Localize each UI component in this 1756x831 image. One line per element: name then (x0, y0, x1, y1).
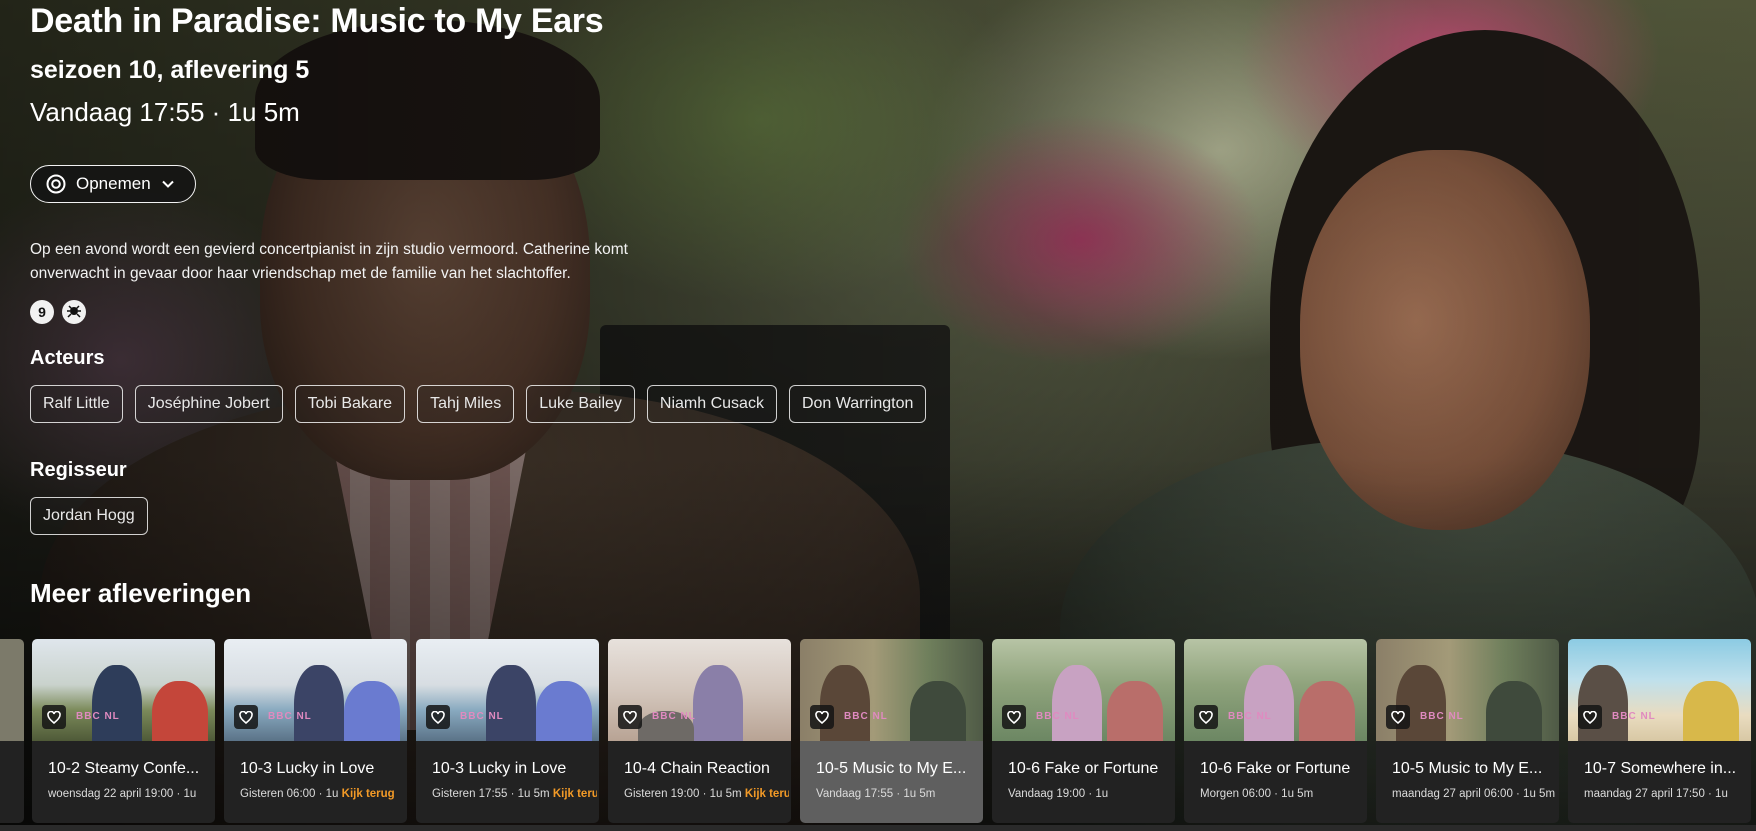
heart-icon[interactable] (1194, 705, 1218, 729)
actor-chip[interactable]: Luke Bailey (526, 385, 635, 423)
channel-logo: BBC NL (844, 711, 888, 722)
episode-title: 10-7 Somewhere in... (1584, 760, 1737, 777)
episode-subtitle: seizoen 10, aflevering 5 (30, 56, 310, 84)
episode-card[interactable]: BBC NL 10-6 Fake or Fortune Vandaag 19:0… (992, 639, 1175, 823)
channel-logo: BBC NL (1420, 711, 1464, 722)
episode-card[interactable]: BBC NL 10-7 Somewhere in... maandag 27 a… (1568, 639, 1751, 823)
episode-card[interactable]: BBC NL 10-4 Chain Reaction Gisteren 19:0… (608, 639, 791, 823)
episode-meta: Morgen 06:00 · 1u 5m (1200, 788, 1314, 800)
channel-logo: BBC NL (268, 711, 312, 722)
actor-chip[interactable]: Don Warrington (788, 385, 927, 423)
episode-card-partial[interactable] (0, 639, 24, 823)
fear-icon (62, 300, 86, 324)
actor-chip[interactable]: Tahj Miles (417, 385, 515, 423)
director-chip[interactable]: Jordan Hogg (30, 497, 148, 535)
chevron-down-icon (161, 177, 175, 191)
heart-icon[interactable] (234, 705, 258, 729)
program-description: Op een avond wordt een gevierd concertpi… (30, 241, 628, 282)
episode-title: 10-6 Fake or Fortune (1008, 760, 1159, 777)
content-ratings: 9 (30, 300, 86, 324)
director-heading: Regisseur (30, 459, 127, 481)
record-button-label: Opnemen (76, 174, 151, 193)
episode-title: 10-3 Lucky in Love (432, 760, 567, 777)
actor-chip[interactable]: Niamh Cusack (646, 385, 777, 423)
record-button[interactable]: Opnemen (30, 165, 196, 203)
episode-title: 10-5 Music to My E... (816, 760, 967, 777)
episode-card-current[interactable]: BBC NL 10-5 Music to My E... Vandaag 17:… (800, 639, 983, 823)
episode-title: 10-6 Fake or Fortune (1200, 760, 1351, 777)
age-rating-badge: 9 (30, 300, 54, 324)
heart-icon[interactable] (42, 705, 66, 729)
episode-title: 10-3 Lucky in Love (240, 760, 375, 777)
record-icon (46, 174, 66, 194)
episode-meta: Gisteren 17:55 · 1u 5m Kijk terug (432, 788, 597, 800)
channel-logo: BBC NL (1036, 711, 1080, 722)
heart-icon[interactable] (618, 705, 642, 729)
episode-meta: maandag 27 april 06:00 · 1u 5m (1392, 788, 1556, 800)
bottom-divider (0, 825, 1756, 831)
episode-meta: Vandaag 19:00 · 1u (1008, 788, 1109, 800)
episode-card[interactable]: BBC NL 10-6 Fake or Fortune Morgen 06:00… (1184, 639, 1367, 823)
actor-chip[interactable]: Joséphine Jobert (134, 385, 283, 423)
director-list: Jordan Hogg (30, 497, 148, 535)
heart-icon[interactable] (1386, 705, 1410, 729)
episode-title: 10-2 Steamy Confe... (48, 760, 200, 777)
episodes-carousel[interactable]: BBC NL 10-2 Steamy Confe... woensdag 22 … (0, 639, 1756, 823)
actors-heading: Acteurs (30, 347, 105, 369)
episode-meta: Vandaag 17:55 · 1u 5m (816, 788, 936, 800)
channel-logo: BBC NL (1612, 711, 1656, 722)
heart-icon[interactable] (1002, 705, 1026, 729)
channel-logo: BBC NL (652, 711, 696, 722)
episode-meta: maandag 27 april 17:50 · 1u (1584, 788, 1728, 800)
episode-card[interactable]: BBC NL 10-3 Lucky in Love Gisteren 17:55… (416, 639, 599, 823)
episode-card[interactable]: BBC NL 10-3 Lucky in Love Gisteren 06:00… (224, 639, 407, 823)
actors-list: Ralf Little Joséphine Jobert Tobi Bakare… (30, 385, 927, 423)
actor-chip[interactable]: Tobi Bakare (294, 385, 406, 423)
episode-meta: Gisteren 19:00 · 1u 5m Kijk terug (624, 788, 789, 800)
episode-meta: Gisteren 06:00 · 1u Kijk terug (240, 788, 395, 800)
episode-meta: woensdag 22 april 19:00 · 1u (48, 788, 197, 800)
heart-icon[interactable] (426, 705, 450, 729)
episode-card[interactable]: BBC NL 10-2 Steamy Confe... woensdag 22 … (32, 639, 215, 823)
episode-title: 10-5 Music to My E... (1392, 760, 1543, 777)
actor-chip[interactable]: Ralf Little (30, 385, 123, 423)
heart-icon[interactable] (810, 705, 834, 729)
more-episodes-heading: Meer afleveringen (30, 578, 252, 608)
program-title: Death in Paradise: Music to My Ears (30, 2, 604, 40)
heart-icon[interactable] (1578, 705, 1602, 729)
airtime: Vandaag 17:55 · 1u 5m (30, 97, 300, 127)
channel-logo: BBC NL (1228, 711, 1272, 722)
episode-title: 10-4 Chain Reaction (624, 760, 770, 777)
channel-logo: BBC NL (460, 711, 504, 722)
channel-logo: BBC NL (76, 711, 120, 722)
episode-card[interactable]: BBC NL 10-5 Music to My E... maandag 27 … (1376, 639, 1559, 823)
